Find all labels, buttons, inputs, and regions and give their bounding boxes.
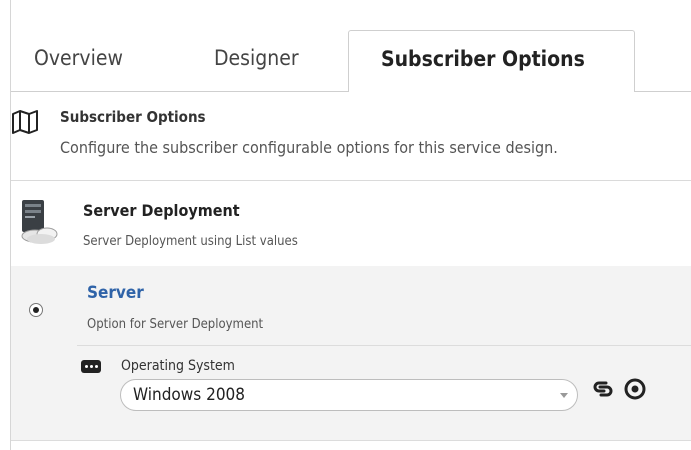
section-title: Subscriber Options (60, 108, 206, 126)
list-field-icon (81, 360, 101, 373)
option-radio-selected[interactable] (29, 303, 43, 317)
section-divider (11, 180, 691, 181)
view-icon[interactable] (622, 377, 648, 401)
tab-overview[interactable]: Overview (34, 46, 123, 70)
select-value: Windows 2008 (133, 385, 246, 405)
tab-designer[interactable]: Designer (214, 46, 299, 70)
tab-subscriber-options-label: Subscriber Options (381, 47, 585, 71)
link-icon[interactable] (591, 377, 615, 401)
section-description: Configure the subscriber configurable op… (60, 138, 558, 157)
server-cloud-icon (21, 200, 58, 244)
option-panel: Server Option for Server Deployment Oper… (11, 266, 691, 441)
service-title: Server Deployment (83, 201, 240, 220)
field-label: Operating System (121, 358, 235, 374)
option-divider (77, 345, 691, 346)
chevron-down-icon (560, 393, 568, 398)
service-description: Server Deployment using List values (83, 234, 298, 249)
option-description: Option for Server Deployment (87, 317, 264, 332)
tab-subscriber-options[interactable]: Subscriber Options (348, 30, 635, 92)
tab-bar: Overview Designer Subscriber Options (11, 0, 691, 92)
map-icon (12, 110, 38, 134)
option-title[interactable]: Server (87, 283, 144, 303)
operating-system-select[interactable]: Windows 2008 (120, 379, 578, 411)
app-frame: Overview Designer Subscriber Options Sub… (10, 0, 691, 450)
